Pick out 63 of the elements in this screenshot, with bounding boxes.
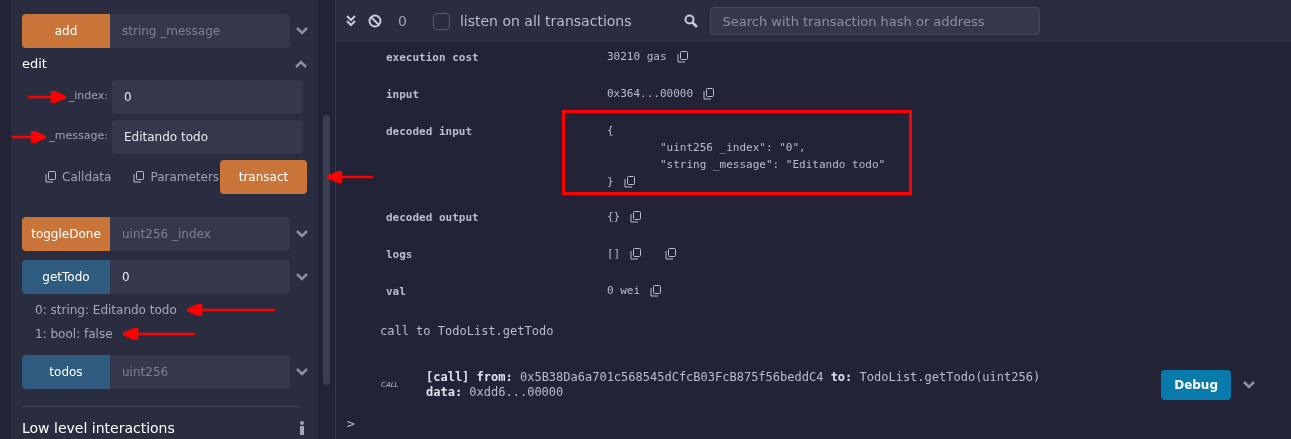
- collapse-icon[interactable]: [346, 15, 356, 27]
- copy-icon[interactable]: [650, 285, 662, 297]
- caret-down-icon[interactable]: [296, 367, 308, 376]
- search-icon[interactable]: [683, 14, 698, 28]
- function-title: edit: [22, 55, 47, 73]
- argument-field[interactable]: uint256: [110, 354, 290, 389]
- console-prompt[interactable]: >: [336, 400, 1291, 434]
- detail-value: 0 wei: [607, 282, 641, 299]
- info-icon[interactable]: [299, 421, 305, 435]
- arrow-annotation: [12, 130, 46, 143]
- function-button[interactable]: todos: [22, 354, 110, 389]
- copy-icon[interactable]: [623, 176, 635, 188]
- detail-value: []: [607, 245, 621, 262]
- copy-icon[interactable]: [676, 51, 688, 63]
- copy-icon[interactable]: [45, 170, 56, 183]
- detail-value: 30210 gas: [607, 48, 667, 65]
- scrollbar[interactable]: [323, 115, 330, 385]
- checkbox-label: listen on all transactions: [459, 11, 632, 31]
- search-field[interactable]: Search with transaction hash or address: [709, 7, 1040, 35]
- log-message: call to TodoList.getTodo: [379, 323, 555, 340]
- argument-field[interactable]: string _message: [110, 14, 290, 48]
- parameter-field[interactable]: Editando todo: [112, 119, 303, 154]
- copy-icon[interactable]: [630, 211, 642, 223]
- debug-button[interactable]: Debug: [1161, 370, 1231, 400]
- detail-label: decoded input: [386, 124, 474, 140]
- section-title: Low level interactions: [22, 418, 175, 438]
- detail-label: val: [386, 284, 407, 300]
- detail-value: {}: [607, 208, 621, 225]
- copy-icon[interactable]: [665, 248, 677, 260]
- caret-down-icon[interactable]: [296, 229, 308, 238]
- copy-icon[interactable]: [703, 88, 715, 100]
- listen-checkbox[interactable]: [432, 12, 450, 30]
- detail-value: "uint256 _index": "0",: [658, 139, 806, 156]
- parameter-label: _index:: [68, 88, 109, 105]
- argument-field[interactable]: 0: [110, 259, 290, 294]
- output-value: 0: string: Editando todo: [35, 301, 177, 319]
- copy-link[interactable]: Parameters: [133, 167, 220, 186]
- argument-field[interactable]: uint256 _index: [110, 216, 290, 251]
- copy-icon[interactable]: [133, 170, 145, 183]
- detail-label: input: [386, 87, 421, 103]
- log-line: [call] from: 0x5B38Da6a701c568545dCfcB03FcB875f56beddC4 to: TodoList.getTodo(uint256): [426, 370, 1041, 385]
- pending-count: 0: [398, 11, 407, 31]
- detail-label: logs: [386, 247, 414, 263]
- copy-link[interactable]: Calldata: [45, 167, 112, 186]
- caret-down-icon[interactable]: [1243, 381, 1255, 389]
- detail-value: {: [607, 122, 614, 139]
- parameter-label: _message:: [49, 128, 109, 145]
- parameter-field[interactable]: 0: [112, 79, 303, 114]
- detail-label: decoded output: [386, 210, 480, 226]
- log-line: data: 0xdd6...00000: [426, 385, 565, 400]
- detail-value: "string _message": "Editando todo": [658, 156, 886, 173]
- detail-value: }: [607, 173, 614, 190]
- caret-up-icon[interactable]: [295, 59, 307, 68]
- detail-label: execution cost: [386, 50, 480, 66]
- function-button[interactable]: getTodo: [22, 259, 110, 294]
- caret-down-icon[interactable]: [296, 27, 308, 35]
- caret-down-icon[interactable]: [296, 272, 308, 281]
- output-value: 1: bool: false: [35, 325, 113, 343]
- detail-value: 0x364...00000: [607, 85, 694, 102]
- copy-icon[interactable]: [630, 248, 642, 260]
- clear-icon[interactable]: [368, 14, 382, 28]
- arrow-annotation: [327, 170, 373, 183]
- arrow-annotation: [28, 90, 66, 103]
